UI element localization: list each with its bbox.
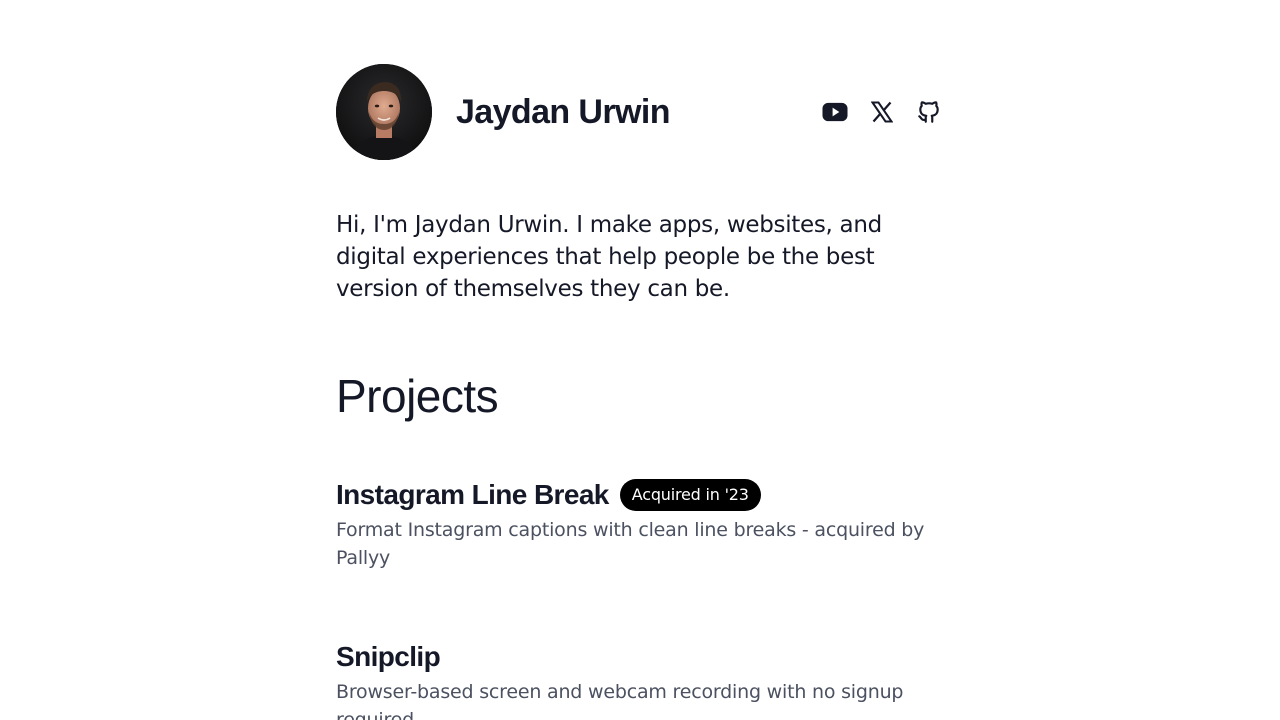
project-title-link[interactable]: Snipclip — [336, 641, 441, 673]
avatar — [336, 64, 432, 160]
youtube-icon — [822, 102, 848, 122]
projects-heading: Projects — [336, 370, 499, 422]
x-icon — [871, 101, 893, 123]
profile-name: Jaydan Urwin — [456, 92, 670, 131]
github-icon — [918, 101, 939, 123]
profile-header: Jaydan Urwin — [336, 64, 944, 160]
github-link[interactable] — [916, 99, 942, 125]
project-description: Format Instagram captions with clean lin… — [336, 519, 925, 569]
project-item: Snipclip Browser-based screen and webcam… — [336, 640, 944, 720]
avatar-photo — [336, 64, 432, 160]
page-content: Jaydan Urwin Hi, I'm Jaydan Urwin. I mak… — [336, 64, 944, 720]
project-title-row: Instagram Line Break Acquired in '23 — [336, 478, 944, 512]
project-description: Browser-based screen and webcam recordin… — [336, 681, 904, 720]
x-link[interactable] — [869, 99, 895, 125]
acquired-badge: Acquired in '23 — [619, 479, 761, 511]
project-title-link[interactable]: Instagram Line Break — [336, 479, 609, 511]
project-title-row: Snipclip — [336, 640, 944, 674]
project-item: Instagram Line Break Acquired in '23 For… — [336, 478, 944, 572]
social-links — [822, 99, 942, 125]
youtube-link[interactable] — [822, 99, 848, 125]
intro-text: Hi, I'm Jaydan Urwin. I make apps, websi… — [336, 212, 882, 302]
